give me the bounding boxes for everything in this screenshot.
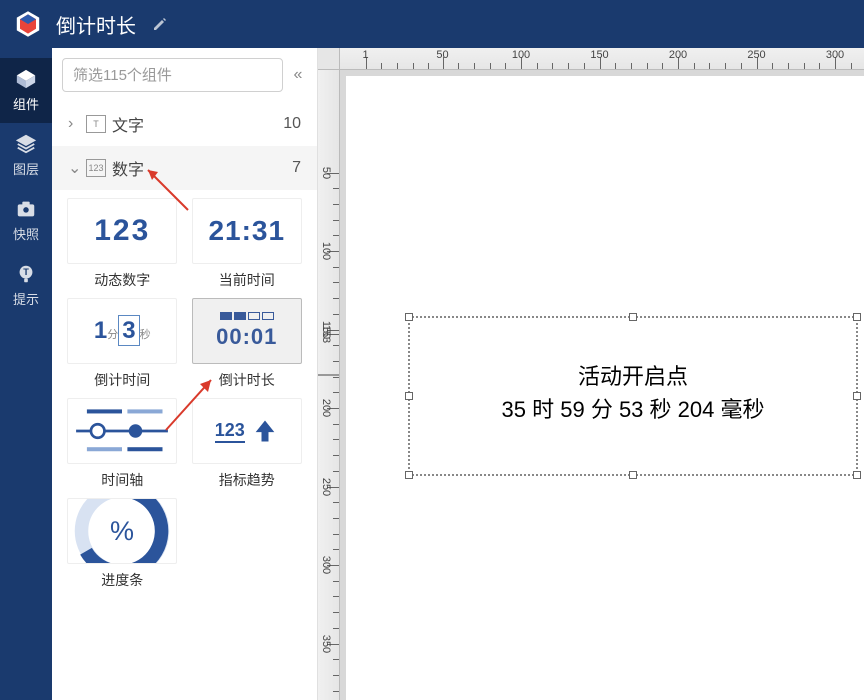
category-label: 数字 xyxy=(112,156,292,180)
ruler-horizontal: 150100150200250300 xyxy=(340,48,864,70)
component-countdown-duration[interactable]: 00:01 倒计时长 xyxy=(189,298,306,390)
component-label: 指标趋势 xyxy=(219,470,275,490)
trend-preview: 123 xyxy=(215,417,279,445)
component-metric-trend[interactable]: 123 指标趋势 xyxy=(189,398,306,490)
collapse-sidebar-icon[interactable]: « xyxy=(289,66,307,84)
category-number[interactable]: ⌄ 123 数字 7 xyxy=(52,146,317,190)
chevron-down-icon: ⌄ xyxy=(68,158,80,178)
component-label: 倒计时间 xyxy=(94,370,150,390)
number-category-icon: 123 xyxy=(86,159,106,177)
timeline-icon xyxy=(68,404,176,458)
category-count: 10 xyxy=(283,115,301,133)
category-text[interactable]: › T 文字 10 xyxy=(52,102,317,146)
ruler-vertical: 50100150153200250300350 xyxy=(318,70,340,700)
svg-text:%: % xyxy=(110,516,134,546)
resize-handle-w[interactable] xyxy=(405,392,413,400)
component-timeline[interactable]: 时间轴 xyxy=(64,398,181,490)
progress-ring-icon: % xyxy=(68,498,176,564)
component-label: 时间轴 xyxy=(101,470,143,490)
preview-countdown: 1分3秒 xyxy=(94,317,151,345)
resize-handle-n[interactable] xyxy=(629,313,637,321)
component-label: 当前时间 xyxy=(219,270,275,290)
nav-layers[interactable]: 图层 xyxy=(0,123,52,188)
text-category-icon: T xyxy=(86,115,106,133)
element-content: 活动开启点 35 时 59 分 53 秒 204 毫秒 xyxy=(410,318,856,426)
nav-rail: 组件 图层 快照 T 提示 xyxy=(0,48,52,700)
resize-handle-e[interactable] xyxy=(853,392,861,400)
component-label: 动态数字 xyxy=(94,270,150,290)
category-count: 7 xyxy=(292,159,301,177)
component-label: 倒计时长 xyxy=(219,370,275,390)
resize-handle-s[interactable] xyxy=(629,471,637,479)
component-current-time[interactable]: 21:31 当前时间 xyxy=(189,198,306,290)
component-sidebar: « › T 文字 10 ⌄ 123 数字 7 123 动态数字 21:31 当前… xyxy=(52,48,318,700)
svg-text:T: T xyxy=(23,267,29,277)
app-logo xyxy=(12,8,44,40)
component-progress-ring[interactable]: % 进度条 xyxy=(64,498,181,590)
component-dynamic-number[interactable]: 123 动态数字 xyxy=(64,198,181,290)
resize-handle-ne[interactable] xyxy=(853,313,861,321)
nav-snapshot[interactable]: 快照 xyxy=(0,188,52,253)
nav-hints[interactable]: T 提示 xyxy=(0,253,52,318)
filter-input[interactable] xyxy=(62,58,283,92)
preview-boxes xyxy=(220,312,274,320)
page-title: 倒计时长 xyxy=(56,10,136,39)
element-line1: 活动开启点 xyxy=(410,360,856,393)
element-line2: 35 时 59 分 53 秒 204 毫秒 xyxy=(410,393,856,426)
edit-title-icon[interactable] xyxy=(152,16,168,32)
category-label: 文字 xyxy=(112,112,283,136)
arrow-up-icon xyxy=(251,417,279,445)
canvas-area[interactable]: 150100150200250300 501001501532002503003… xyxy=(318,48,864,700)
nav-snapshot-label: 快照 xyxy=(13,224,39,243)
chevron-right-icon: › xyxy=(68,115,80,133)
preview-text: 123 xyxy=(94,214,150,248)
preview-text: 00:01 xyxy=(216,324,277,350)
nav-layers-label: 图层 xyxy=(13,159,39,178)
app-header: 倒计时长 xyxy=(0,0,864,48)
countdown-duration-element[interactable]: 活动开启点 35 时 59 分 53 秒 204 毫秒 xyxy=(408,316,858,476)
nav-components-label: 组件 xyxy=(13,94,39,113)
nav-components[interactable]: 组件 xyxy=(0,58,52,123)
preview-text: 21:31 xyxy=(208,215,285,247)
component-label: 进度条 xyxy=(101,570,143,590)
resize-handle-sw[interactable] xyxy=(405,471,413,479)
ruler-corner xyxy=(318,48,340,70)
nav-hints-label: 提示 xyxy=(13,289,39,308)
resize-handle-nw[interactable] xyxy=(405,313,413,321)
canvas-viewport[interactable]: 活动开启点 35 时 59 分 53 秒 204 毫秒 xyxy=(340,70,864,700)
resize-handle-se[interactable] xyxy=(853,471,861,479)
component-countdown-timer[interactable]: 1分3秒 倒计时间 xyxy=(64,298,181,390)
